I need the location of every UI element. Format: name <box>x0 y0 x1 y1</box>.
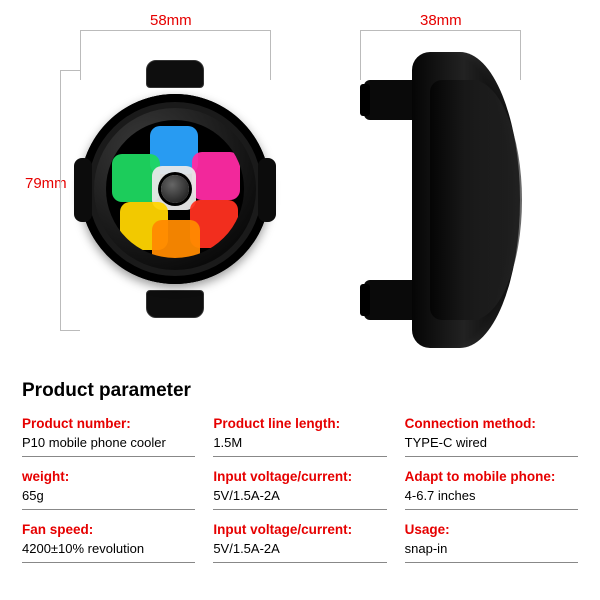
dim-line <box>80 30 270 31</box>
spec-cell: Adapt to mobile phone: 4-6.7 inches <box>405 465 578 510</box>
side-knob <box>74 158 92 222</box>
spec-value: 4-6.7 inches <box>405 488 578 503</box>
spec-cell: Fan speed: 4200±10% revolution <box>22 518 195 563</box>
spec-label: weight: <box>22 469 195 484</box>
dim-line <box>360 30 520 31</box>
side-knob <box>258 158 276 222</box>
spec-label: Product number: <box>22 416 195 431</box>
fan-hub <box>161 175 189 203</box>
spec-label: Usage: <box>405 522 578 537</box>
spec-value: 5V/1.5A-2A <box>213 541 386 556</box>
dim-line <box>60 70 80 71</box>
spec-heading: Product parameter <box>22 380 578 402</box>
spec-cell: weight: 65g <box>22 465 195 510</box>
spec-label: Fan speed: <box>22 522 195 537</box>
dim-line <box>60 70 61 330</box>
spec-label: Input voltage/current: <box>213 469 386 484</box>
cooler-body <box>80 94 270 284</box>
spec-cell: Input voltage/current: 5V/1.5A-2A <box>213 518 386 563</box>
product-front-view <box>80 60 270 340</box>
dim-line <box>270 30 271 80</box>
spec-value: snap-in <box>405 541 578 556</box>
spec-cell: Input voltage/current: 5V/1.5A-2A <box>213 465 386 510</box>
spec-value: TYPE-C wired <box>405 435 578 450</box>
rgb-segment <box>192 152 240 200</box>
dim-depth: 38mm <box>420 12 462 29</box>
spec-label: Product line length: <box>213 416 386 431</box>
spec-grid: Product number:P10 mobile phone coolerPr… <box>22 412 578 563</box>
spec-value: 5V/1.5A-2A <box>213 488 386 503</box>
spec-label: Connection method: <box>405 416 578 431</box>
dimension-diagram: 58mm 38mm 79mm <box>0 0 600 370</box>
dim-width: 58mm <box>150 12 192 29</box>
spec-cell: Product number: P10 mobile phone cooler <box>22 412 195 457</box>
spec-cell: Usage: snap-in <box>405 518 578 563</box>
rgb-fan <box>106 120 244 258</box>
spec-value: P10 mobile phone cooler <box>22 435 195 450</box>
spec-cell: Product line length: 1.5M <box>213 412 386 457</box>
top-clip <box>146 60 204 88</box>
spec-label: Adapt to mobile phone: <box>405 469 578 484</box>
bottom-clip <box>146 290 204 318</box>
spec-value: 65g <box>22 488 195 503</box>
spec-section: Product parameter Product number: P10 mob… <box>22 380 578 563</box>
spec-value: 1.5M <box>213 435 386 450</box>
rgb-segment <box>152 220 200 258</box>
spec-value: 4200±10% revolution <box>22 541 195 556</box>
product-side-view <box>358 52 524 348</box>
spec-label: Input voltage/current: <box>213 522 386 537</box>
dim-line <box>60 330 80 331</box>
spec-cell: Connection method: TYPE-C wired <box>405 412 578 457</box>
